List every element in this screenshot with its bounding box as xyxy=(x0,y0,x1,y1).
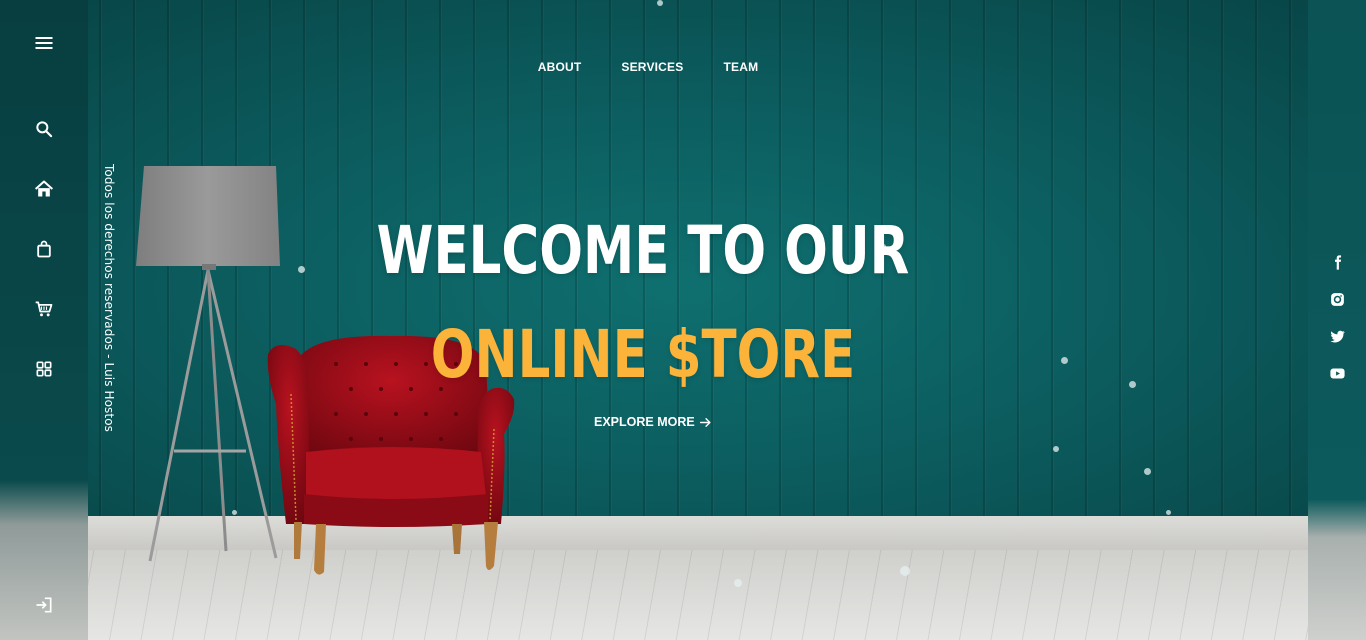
facebook-icon[interactable] xyxy=(1326,251,1348,273)
youtube-icon[interactable] xyxy=(1326,362,1348,384)
grid-icon[interactable] xyxy=(30,355,58,383)
twitter-icon[interactable] xyxy=(1326,325,1348,347)
nav-about-link[interactable]: ABOUT xyxy=(538,60,582,74)
left-sidebar xyxy=(0,0,88,640)
nav-services-link[interactable]: SERVICES xyxy=(621,60,683,74)
hero-title-line2: ONLINE $TORE xyxy=(430,316,856,393)
particle xyxy=(1053,446,1059,452)
shopping-bag-icon[interactable] xyxy=(30,235,58,263)
top-navigation: ABOUT SERVICES TEAM xyxy=(0,60,1366,74)
arrow-right-icon xyxy=(699,417,711,427)
particle xyxy=(657,0,663,6)
hero-title-line1: WELCOME TO OUR xyxy=(376,212,910,289)
hamburger-menu-icon[interactable] xyxy=(30,29,58,57)
particle xyxy=(1144,468,1151,475)
particle xyxy=(734,579,742,587)
particle xyxy=(900,566,910,576)
login-icon[interactable] xyxy=(30,591,58,619)
home-icon[interactable] xyxy=(30,175,58,203)
nav-team-link[interactable]: TEAM xyxy=(723,60,758,74)
explore-more-label: EXPLORE MORE xyxy=(594,415,695,429)
search-icon[interactable] xyxy=(30,115,58,143)
instagram-icon[interactable] xyxy=(1326,288,1348,310)
particle xyxy=(1166,510,1171,515)
explore-more-button[interactable]: EXPLORE MORE xyxy=(594,415,712,429)
right-edge-shade xyxy=(1308,0,1366,640)
cart-icon[interactable] xyxy=(30,295,58,323)
